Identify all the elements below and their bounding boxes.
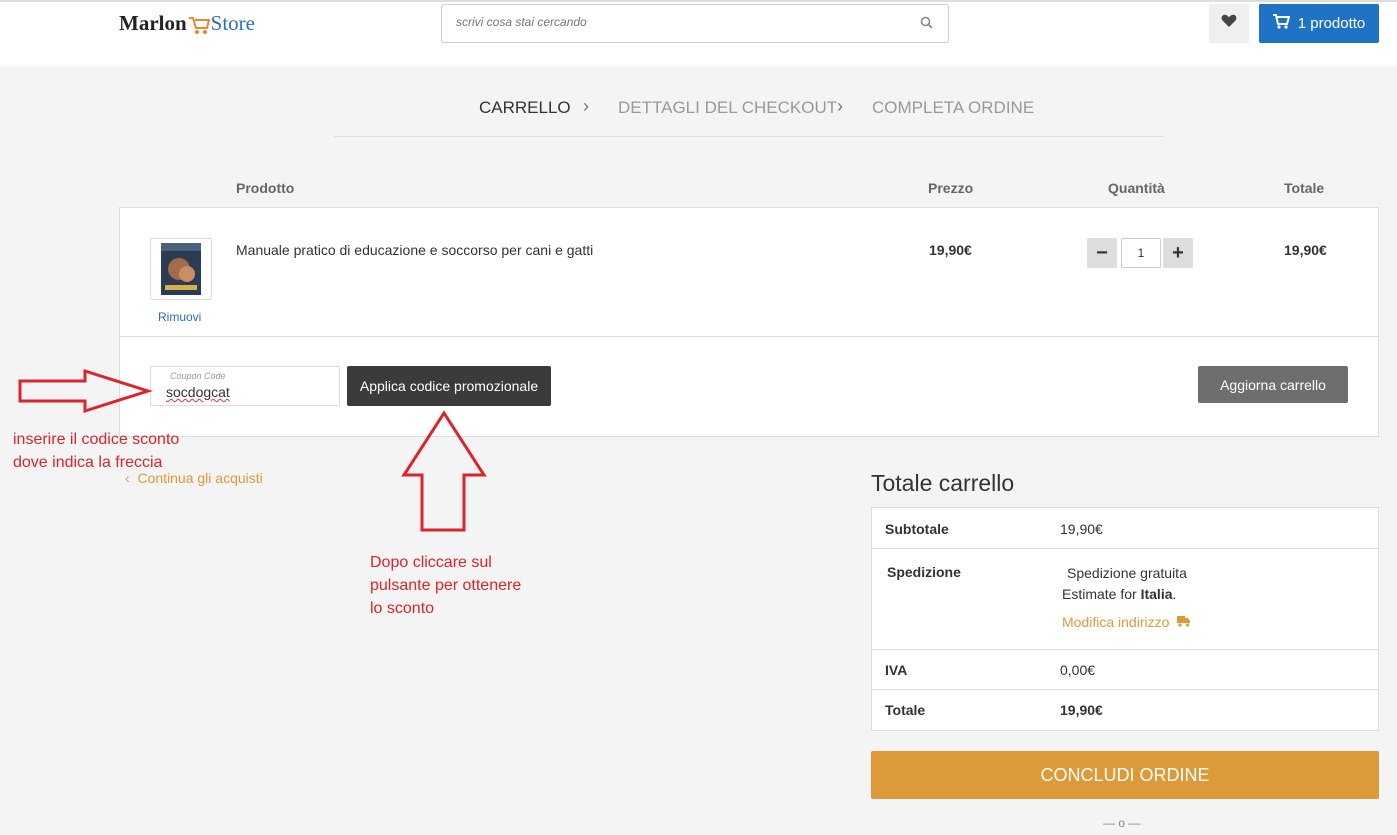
change-address-label: Modifica indirizzo (1062, 614, 1170, 630)
site-header: Marlon Store scrivi cosa stai cercando 1… (0, 0, 1397, 66)
annotation-middle: Dopo cliccare sul pulsante per ottenere … (370, 551, 521, 620)
chevron-left-icon: ‹ (125, 470, 130, 486)
coupon-input[interactable]: Coupon Code socdogcat (150, 366, 340, 406)
quantity-decrease-button[interactable]: − (1087, 238, 1117, 268)
estimate-suffix: . (1172, 586, 1177, 602)
annotation-left-line1: inserire il codice sconto (13, 431, 180, 448)
remove-item-link[interactable]: Rimuovi (158, 310, 201, 324)
column-header-quantity: Quantità (1108, 180, 1165, 196)
apply-coupon-button[interactable]: Applica codice promozionale (347, 366, 551, 406)
coupon-label: Coupon Code (170, 371, 226, 381)
cart-icon (1272, 14, 1291, 33)
logo[interactable]: Marlon Store (119, 11, 255, 36)
cart-count-label: 1 prodotto (1297, 15, 1366, 32)
divider (120, 336, 1378, 337)
shipping-label: Spedizione (887, 564, 961, 580)
search-icon[interactable] (920, 16, 934, 35)
chevron-right-icon: › (837, 96, 843, 116)
annotation-middle-line2: pulsante per ottenere (370, 577, 522, 594)
column-header-price: Prezzo (928, 180, 974, 196)
vat-value: 0,00€ (1060, 662, 1096, 678)
or-separator: — o — (1103, 816, 1141, 830)
minus-icon: − (1096, 241, 1108, 264)
change-address-link[interactable]: Modifica indirizzo (1062, 614, 1191, 630)
item-price: 19,90€ (929, 242, 972, 258)
chevron-right-icon: › (583, 96, 589, 116)
wishlist-button[interactable] (1209, 4, 1249, 43)
annotation-middle-line1: Dopo cliccare sul (370, 554, 492, 571)
checkout-steps: CARRELLO › DETTAGLI DEL CHECKOUT › COMPL… (334, 84, 1164, 137)
annotation-arrow-right (18, 368, 153, 414)
subtotal-label: Subtotale (885, 521, 949, 537)
cart-totals-title: Totale carrello (871, 470, 1015, 496)
item-total: 19,90€ (1284, 242, 1327, 258)
truck-icon (1177, 614, 1191, 630)
logo-text-right: Store (210, 11, 255, 35)
continue-shopping-link[interactable]: ‹ Continua gli acquisti (125, 470, 263, 486)
logo-text-left: Marlon (119, 11, 187, 35)
estimate-prefix: Estimate for (1062, 586, 1137, 602)
cart-button[interactable]: 1 prodotto (1259, 4, 1379, 43)
heart-icon (1221, 14, 1237, 33)
shipping-value: Spedizione gratuita (1067, 565, 1187, 581)
product-name[interactable]: Manuale pratico di educazione e soccorso… (236, 242, 593, 258)
column-header-product: Prodotto (236, 180, 295, 196)
step-cart[interactable]: CARRELLO (479, 98, 571, 118)
vat-row: IVA 0,00€ (872, 650, 1378, 690)
total-value: 19,90€ (1060, 702, 1103, 718)
estimate-country: Italia (1140, 586, 1173, 602)
continue-shopping-label: Continua gli acquisti (137, 470, 263, 486)
annotation-arrow-up (401, 410, 487, 532)
plus-icon: + (1172, 241, 1184, 264)
annotation-middle-line3: lo sconto (370, 600, 435, 617)
step-complete-order[interactable]: COMPLETA ORDINE (872, 98, 1034, 118)
logo-cart-icon (188, 14, 210, 34)
total-row: Totale 19,90€ (872, 690, 1378, 730)
subtotal-row: Subtotale 19,90€ (872, 508, 1378, 549)
subtotal-value: 19,90€ (1060, 521, 1103, 537)
cart-totals-table: Subtotale 19,90€ Spedizione Spedizione g… (871, 507, 1379, 731)
shipping-row: Spedizione Spedizione gratuita Estimate … (872, 549, 1378, 650)
annotation-left: inserire il codice sconto dove indica la… (13, 428, 179, 474)
vat-label: IVA (885, 662, 908, 678)
product-thumbnail[interactable] (150, 238, 212, 300)
checkout-button[interactable]: CONCLUDI ORDINE (871, 751, 1379, 799)
update-cart-button[interactable]: Aggiorna carrello (1198, 366, 1348, 403)
column-header-total: Totale (1284, 180, 1325, 196)
total-label: Totale (885, 702, 926, 718)
search-box (441, 4, 949, 43)
step-checkout-details[interactable]: DETTAGLI DEL CHECKOUT (618, 98, 837, 118)
shipping-estimate: Estimate for Italia. (1062, 586, 1176, 602)
coupon-value: socdogcat (166, 384, 230, 400)
cart-table: Rimuovi Manuale pratico di educazione e … (119, 207, 1379, 437)
quantity-increase-button[interactable]: + (1163, 238, 1193, 268)
quantity-input[interactable]: 1 (1121, 238, 1161, 268)
search-input[interactable] (456, 15, 896, 29)
